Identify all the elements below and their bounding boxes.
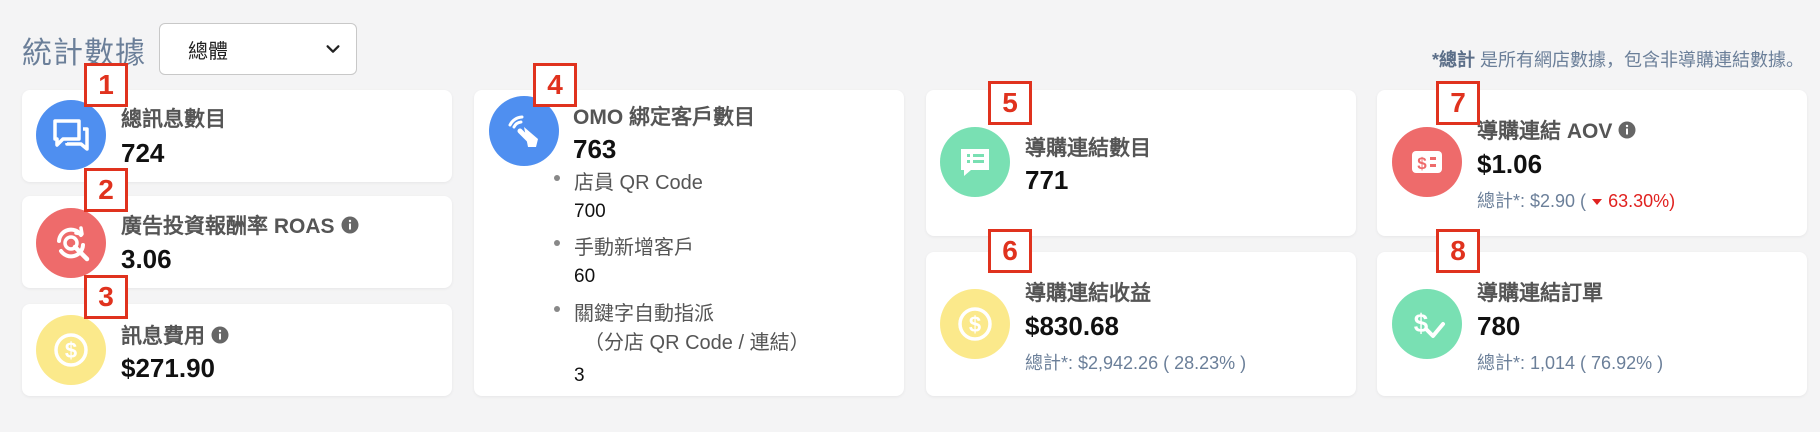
dollar-bill-icon: $: [1392, 127, 1462, 197]
total-note-text: 是所有網店數據，包含非導購連結數據。: [1475, 50, 1804, 70]
card-message-cost-value: $271.90: [121, 353, 215, 383]
annotation-badge: 8: [1436, 229, 1480, 273]
omo-item-label: 店員 QR Code: [574, 172, 703, 194]
card-referral-orders-total: 總計*: 1,014 ( 76.92% ): [1477, 353, 1664, 373]
dollar-coin-icon: $: [36, 315, 106, 385]
card-referral-aov-change-text: 63.30%): [1608, 191, 1676, 211]
card-referral-aov-value: $1.06: [1477, 149, 1543, 179]
card-message-cost-label-text: 訊息費用: [121, 325, 205, 348]
card-total-messages-label: 總訊息數目: [121, 108, 226, 131]
card-referral-aov-change: 63.30%): [1591, 191, 1675, 211]
dollar-check-icon: $: [1392, 289, 1462, 359]
card-referral-revenue-value: $830.68: [1025, 311, 1119, 341]
card-referral-orders-label: 導購連結訂單: [1477, 282, 1603, 305]
annotation-badge: 5: [988, 81, 1032, 125]
annotation-badge: 3: [84, 275, 128, 319]
total-note-bold: *總計: [1431, 50, 1475, 70]
bullet: [554, 175, 560, 181]
card-message-cost-label: 訊息費用: [121, 320, 229, 350]
card-roas-label-text: 廣告投資報酬率 ROAS: [121, 215, 335, 238]
list-item: 手動新增客戶 60: [554, 231, 810, 297]
annotation-badge: 4: [533, 63, 577, 107]
chat-bubbles-icon: [36, 100, 106, 170]
omo-breakdown-list: 店員 QR Code 700 手動新增客戶 60 關鍵字自動指派 （分店 QR …: [554, 166, 810, 387]
card-roas-label: 廣告投資報酬率 ROAS: [121, 210, 359, 240]
card-referral-aov-label-text: 導購連結 AOV: [1477, 120, 1613, 143]
svg-text:$: $: [969, 312, 981, 337]
annotation-badge: 6: [988, 229, 1032, 273]
card-referral-aov-total-text: 總計*: $2.90 (: [1477, 191, 1587, 211]
omo-item-value: 60: [574, 266, 596, 287]
list-item: 關鍵字自動指派 （分店 QR Code / 連結） 3: [554, 297, 810, 387]
svg-text:$: $: [65, 338, 77, 363]
info-icon[interactable]: [211, 326, 229, 344]
svg-text:$: $: [1417, 154, 1427, 173]
chevron-down-icon: [326, 45, 340, 53]
omo-item-label-sub: （分店 QR Code / 連結）: [584, 332, 810, 354]
scope-select-value: 總體: [188, 40, 228, 63]
card-omo-label: OMO 綁定客戶數目: [573, 106, 755, 129]
message-list-icon: [940, 127, 1010, 197]
caret-down-icon: [1592, 199, 1603, 205]
omo-item-label: 關鍵字自動指派: [574, 303, 714, 325]
card-roas-value: 3.06: [121, 244, 172, 274]
info-icon[interactable]: [1618, 121, 1636, 139]
card-referral-revenue-label: 導購連結收益: [1025, 282, 1151, 305]
annotation-badge: 2: [84, 168, 128, 212]
info-icon[interactable]: [341, 216, 359, 234]
omo-item-value: 700: [574, 201, 606, 222]
refresh-search-icon: [36, 208, 106, 278]
card-referral-aov-label: 導購連結 AOV: [1477, 115, 1636, 145]
omo-item-value: 3: [574, 365, 585, 386]
card-referral-aov-total: 總計*: $2.90 ( 63.30%): [1477, 187, 1675, 213]
list-item: 店員 QR Code 700: [554, 166, 810, 231]
annotation-badge: 7: [1436, 81, 1480, 125]
card-referral-links-value: 771: [1025, 165, 1069, 195]
omo-item-label: 手動新增客戶: [574, 237, 694, 259]
svg-text:$: $: [1414, 308, 1429, 338]
card-total-messages-value: 724: [121, 138, 165, 168]
bullet: [554, 306, 560, 312]
card-referral-revenue-total: 總計*: $2,942.26 ( 28.23% ): [1025, 353, 1247, 373]
card-referral-orders-value: 780: [1477, 311, 1521, 341]
scope-select[interactable]: 總體: [159, 23, 357, 75]
bullet: [554, 240, 560, 246]
annotation-badge: 1: [84, 63, 128, 107]
card-referral-links-label: 導購連結數目: [1025, 137, 1151, 160]
dollar-coin-icon: $: [940, 289, 1010, 359]
total-note: *總計 是所有網店數據，包含非導購連結數據。: [1432, 46, 1804, 72]
card-omo-value: 763: [573, 134, 617, 164]
